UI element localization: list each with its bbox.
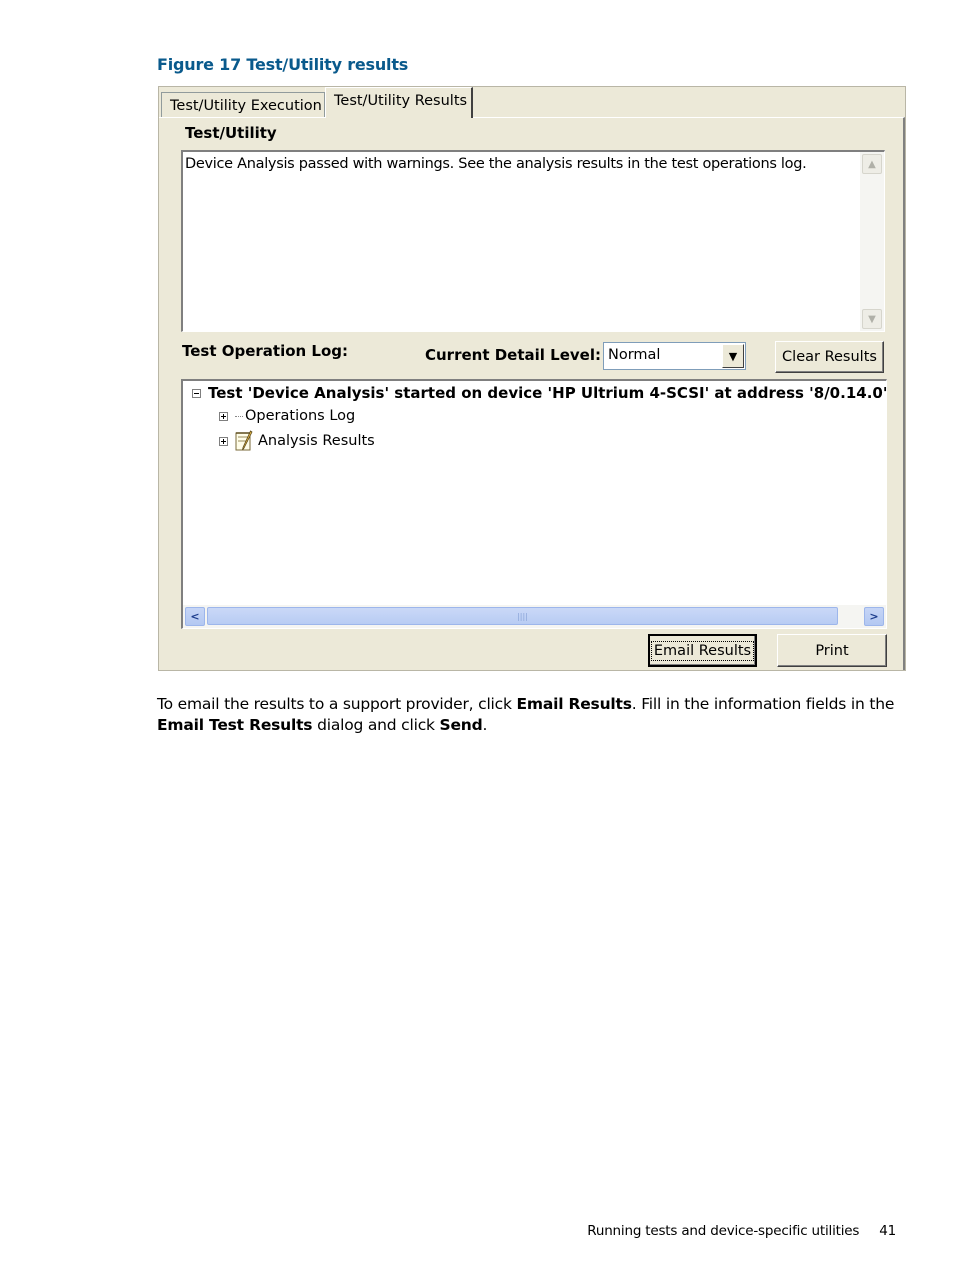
vertical-scrollbar[interactable]: ▲ ▼ xyxy=(860,152,884,331)
test-utility-dialog: Test/Utility Execution Test/Utility Resu… xyxy=(158,86,906,671)
tree-connector xyxy=(235,415,243,417)
notepad-pencil-icon xyxy=(235,430,253,451)
figure-caption: Figure 17 Test/Utility results xyxy=(157,55,409,74)
email-results-label: Email Results xyxy=(650,640,755,661)
scroll-up-icon[interactable]: ▲ xyxy=(862,154,882,174)
tree-item-operations-log[interactable]: Operations Log xyxy=(219,408,355,424)
body-bold-email-results: Email Results xyxy=(516,695,632,713)
tree-root-label: Test 'Device Analysis' started on device… xyxy=(208,384,888,402)
test-utility-description: Device Analysis passed with warnings. Se… xyxy=(185,156,807,172)
detail-level-label: Current Detail Level: xyxy=(425,346,601,364)
body-bold-email-test-results: Email Test Results xyxy=(157,716,313,734)
tab-strip: Test/Utility Execution Test/Utility Resu… xyxy=(159,87,905,119)
page-footer: Running tests and device-specific utilit… xyxy=(587,1223,896,1239)
footer-section-title: Running tests and device-specific utilit… xyxy=(587,1223,860,1239)
operation-log-tree[interactable]: Test 'Device Analysis' started on device… xyxy=(181,379,887,629)
tree-item-analysis-results[interactable]: Analysis Results xyxy=(219,430,375,452)
detail-level-select[interactable]: Normal ▼ xyxy=(603,342,746,370)
collapse-icon[interactable] xyxy=(192,389,201,398)
scroll-down-icon[interactable]: ▼ xyxy=(862,309,882,329)
tab-test-utility-execution[interactable]: Test/Utility Execution xyxy=(161,92,325,118)
test-operation-log-heading: Test Operation Log: xyxy=(182,342,349,360)
horizontal-scrollbar[interactable]: < |||| > xyxy=(183,605,886,628)
dropdown-arrow-icon[interactable]: ▼ xyxy=(722,344,744,368)
scroll-left-icon[interactable]: < xyxy=(185,607,205,626)
detail-level-value: Normal xyxy=(608,347,661,363)
tab-test-utility-results[interactable]: Test/Utility Results xyxy=(325,87,473,118)
body-text-run: . xyxy=(482,716,488,734)
body-paragraph: To email the results to a support provid… xyxy=(157,694,897,736)
test-utility-heading: Test/Utility xyxy=(185,124,277,142)
body-bold-send: Send xyxy=(439,716,483,734)
page-number: 41 xyxy=(879,1223,896,1239)
print-button[interactable]: Print xyxy=(777,634,887,667)
test-utility-textbox[interactable]: Device Analysis passed with warnings. Se… xyxy=(181,150,885,332)
body-text-run: . Fill in the information fields in the xyxy=(631,695,895,713)
body-text-run: To email the results to a support provid… xyxy=(157,695,517,713)
clear-results-button[interactable]: Clear Results xyxy=(775,341,884,373)
tree-item-label: Operations Log xyxy=(245,408,356,424)
expand-icon[interactable] xyxy=(219,411,228,421)
tree-root-item[interactable]: Test 'Device Analysis' started on device… xyxy=(192,384,887,402)
body-text-run: dialog and click xyxy=(312,716,440,734)
expand-icon[interactable] xyxy=(219,436,228,446)
results-panel: Test/Utility Device Analysis passed with… xyxy=(159,117,905,670)
tree-item-label: Analysis Results xyxy=(258,433,375,449)
scroll-right-icon[interactable]: > xyxy=(864,607,884,626)
email-results-button[interactable]: Email Results xyxy=(648,634,757,667)
scrollbar-thumb[interactable]: |||| xyxy=(207,607,838,625)
